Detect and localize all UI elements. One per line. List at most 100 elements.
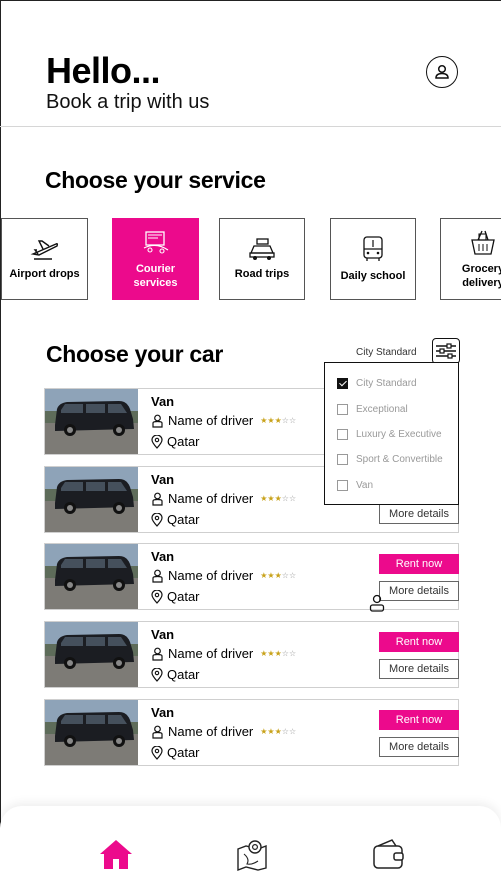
school-bus-icon bbox=[363, 236, 383, 261]
checkbox[interactable] bbox=[337, 378, 348, 389]
nav-wallet[interactable] bbox=[368, 834, 408, 874]
more-details-button[interactable]: More details bbox=[379, 737, 459, 757]
filter-option-city-standard[interactable]: City Standard bbox=[337, 378, 417, 389]
rent-now-button[interactable]: Rent now bbox=[379, 632, 459, 652]
driver-name: Name of driver bbox=[168, 568, 254, 583]
car-name: Van bbox=[151, 472, 175, 487]
user-icon bbox=[435, 64, 449, 79]
car-name: Van bbox=[151, 705, 175, 720]
star-filled-icon: ★ bbox=[274, 571, 282, 580]
star-empty-icon: ☆ bbox=[288, 649, 297, 658]
driver-icon bbox=[152, 725, 163, 739]
service-label: Courier services bbox=[133, 263, 178, 289]
filter-dropdown: City Standard Exceptional Luxury & Execu… bbox=[324, 362, 459, 505]
more-details-button[interactable]: More details bbox=[379, 581, 459, 601]
nav-home[interactable] bbox=[96, 834, 136, 874]
wallet-icon bbox=[373, 839, 404, 869]
car-card[interactable]: Van Name of driver ★★★☆☆ Qatar Rent now … bbox=[44, 621, 459, 688]
star-filled-icon: ★ bbox=[274, 416, 282, 425]
location-row: Qatar bbox=[151, 745, 200, 760]
location-name: Qatar bbox=[167, 512, 200, 527]
star-empty-icon: ☆ bbox=[288, 416, 297, 425]
star-empty-icon: ☆ bbox=[281, 571, 289, 580]
driver-row: Name of driver ★★★☆☆ bbox=[151, 724, 296, 739]
filter-option-exceptional[interactable]: Exceptional bbox=[337, 404, 408, 415]
rating-stars: ★★★☆☆ bbox=[260, 416, 296, 425]
location-pin-icon bbox=[151, 667, 163, 682]
service-courier-services[interactable]: Courier services bbox=[112, 218, 199, 300]
star-filled-icon: ★ bbox=[274, 494, 282, 503]
filter-selected-label[interactable]: City Standard bbox=[356, 347, 417, 358]
service-airport-drops[interactable]: Airport drops bbox=[1, 218, 88, 300]
nav-map[interactable] bbox=[232, 834, 272, 874]
checkbox[interactable] bbox=[337, 429, 348, 440]
map-pin-icon bbox=[237, 840, 267, 871]
star-empty-icon: ☆ bbox=[281, 494, 289, 503]
grocery-basket-icon bbox=[471, 230, 495, 255]
filter-option-label: Exceptional bbox=[356, 404, 408, 415]
driver-icon bbox=[152, 647, 163, 661]
location-name: Qatar bbox=[167, 589, 200, 604]
service-label: Grocery delivery bbox=[461, 263, 501, 289]
driver-icon bbox=[152, 492, 163, 506]
car-photo bbox=[45, 622, 138, 687]
driver-name: Name of driver bbox=[168, 724, 254, 739]
location-row: Qatar bbox=[151, 589, 200, 604]
star-empty-icon: ☆ bbox=[281, 416, 289, 425]
user-icon bbox=[368, 593, 386, 618]
star-filled-icon: ★ bbox=[267, 416, 275, 425]
profile-button[interactable] bbox=[426, 56, 458, 88]
location-pin-icon bbox=[151, 434, 163, 449]
driver-row: Name of driver ★★★☆☆ bbox=[151, 568, 296, 583]
header-divider bbox=[0, 126, 501, 127]
checkbox[interactable] bbox=[337, 404, 348, 415]
airplane-icon bbox=[30, 240, 58, 260]
left-border bbox=[0, 0, 1, 890]
location-pin-icon bbox=[151, 512, 163, 527]
top-border bbox=[0, 0, 501, 1]
greeting-subtitle: Book a trip with us bbox=[46, 91, 210, 113]
rating-stars: ★★★☆☆ bbox=[260, 649, 296, 658]
filter-option-van[interactable]: Van bbox=[337, 480, 373, 491]
star-empty-icon: ☆ bbox=[281, 649, 289, 658]
driver-row: Name of driver ★★★☆☆ bbox=[151, 491, 296, 506]
location-pin-icon bbox=[151, 745, 163, 760]
star-empty-icon: ☆ bbox=[281, 727, 289, 736]
driver-name: Name of driver bbox=[168, 413, 254, 428]
star-filled-icon: ★ bbox=[267, 649, 275, 658]
location-name: Qatar bbox=[167, 667, 200, 682]
checkbox[interactable] bbox=[337, 480, 348, 491]
more-details-button[interactable]: More details bbox=[379, 659, 459, 679]
filter-option-sport-convertible[interactable]: Sport & Convertible bbox=[337, 454, 443, 465]
rent-now-button[interactable]: Rent now bbox=[379, 710, 459, 730]
service-label: Daily school bbox=[340, 270, 406, 282]
service-road-trips[interactable]: Road trips bbox=[219, 218, 305, 300]
filter-option-luxury-executive[interactable]: Luxury & Executive bbox=[337, 429, 442, 440]
car-card[interactable]: Van Name of driver ★★★☆☆ Qatar Rent now … bbox=[44, 699, 459, 766]
car-card[interactable]: Van Name of driver ★★★☆☆ Qatar Rent now … bbox=[44, 543, 459, 610]
service-label: Road trips bbox=[234, 268, 290, 280]
car-photo bbox=[45, 544, 138, 609]
more-details-button[interactable]: More details bbox=[379, 504, 459, 524]
service-section-title: Choose your service bbox=[45, 167, 266, 193]
star-empty-icon: ☆ bbox=[288, 494, 297, 503]
driver-name: Name of driver bbox=[168, 646, 254, 661]
checkbox[interactable] bbox=[337, 454, 348, 465]
location-row: Qatar bbox=[151, 434, 200, 449]
home-icon bbox=[100, 840, 132, 869]
service-grocery-delivery[interactable]: Grocery delivery bbox=[440, 218, 501, 300]
filter-option-label: Van bbox=[356, 480, 374, 491]
rating-stars: ★★★☆☆ bbox=[260, 571, 296, 580]
location-row: Qatar bbox=[151, 512, 200, 527]
driver-row: Name of driver ★★★☆☆ bbox=[151, 413, 296, 428]
filter-button[interactable] bbox=[432, 338, 460, 364]
service-daily-school[interactable]: Daily school bbox=[330, 218, 416, 300]
location-pin-icon bbox=[151, 589, 163, 604]
star-empty-icon: ☆ bbox=[288, 571, 297, 580]
star-filled-icon: ★ bbox=[274, 727, 282, 736]
star-filled-icon: ★ bbox=[267, 494, 275, 503]
car-name: Van bbox=[151, 394, 175, 409]
rent-now-button[interactable]: Rent now bbox=[379, 554, 459, 574]
car-section-title: Choose your car bbox=[46, 341, 223, 367]
filter-option-label: Luxury & Executive bbox=[356, 429, 442, 440]
